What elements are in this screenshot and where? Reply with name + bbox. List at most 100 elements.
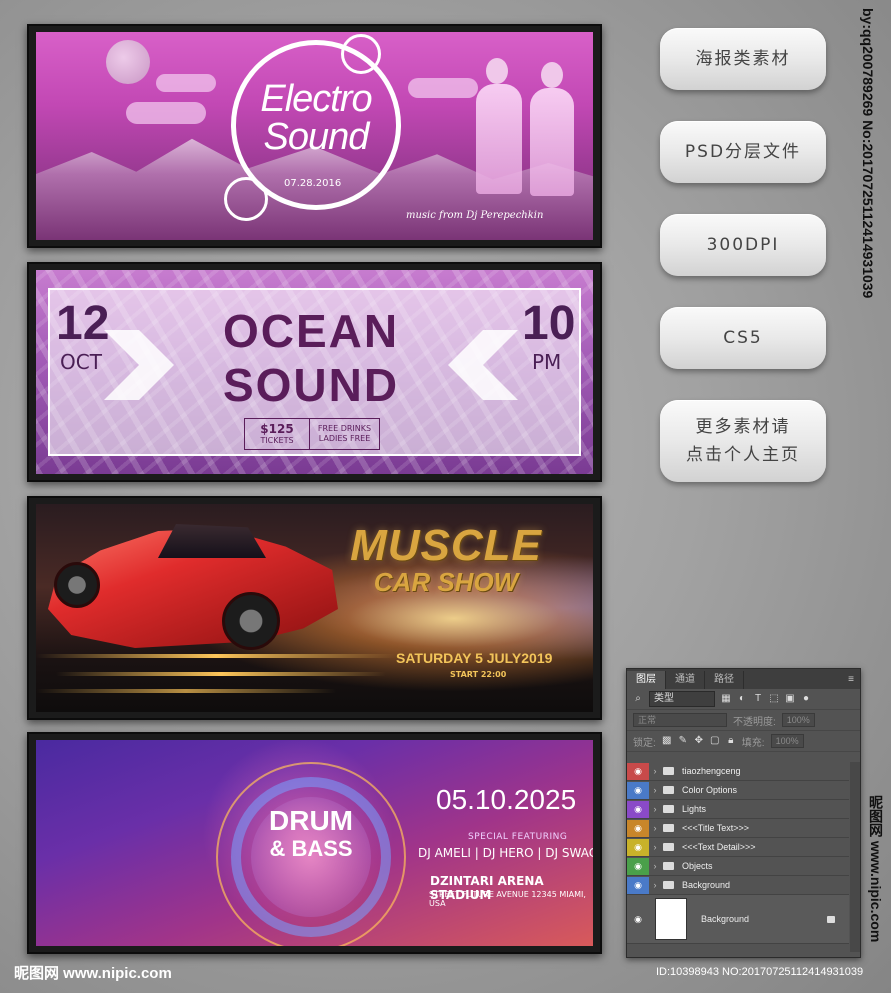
fill-input[interactable]: 100%	[770, 734, 804, 748]
layer-row[interactable]: ◉ › Lights	[627, 800, 849, 819]
layer-name: Background	[682, 880, 731, 890]
eye-icon[interactable]: ◉	[627, 838, 649, 856]
layer-name: Objects	[682, 861, 713, 871]
ticket-price: $125	[260, 422, 294, 436]
footer-id: ID:10398943 NO:20170725112414931039	[656, 966, 864, 978]
ocean-hour: 10	[522, 297, 576, 350]
eye-icon[interactable]: ◉	[627, 857, 649, 875]
lock-artboard-icon[interactable]: ▢	[710, 736, 720, 746]
poster-drum-and-bass: DRUM & BASS 05.10.2025 SPECIAL FEATURING…	[27, 732, 602, 954]
layer-row[interactable]: ◉ › <<<Title Text>>>	[627, 819, 849, 838]
drum-street: STREET FUTURE AVENUE 12345 MIAMI, USA	[429, 890, 586, 908]
ocean-month: OCT	[60, 350, 102, 374]
ocean-day: 12	[56, 297, 110, 350]
background-layer-row[interactable]: ◉ Background	[627, 895, 849, 944]
chevron-right-icon[interactable]: ›	[649, 804, 661, 814]
chevron-right-icon[interactable]: ›	[649, 861, 661, 871]
folder-icon	[663, 767, 674, 775]
pill-dpi[interactable]: 300DPI	[660, 214, 826, 276]
tab-layers[interactable]: 图层	[627, 671, 666, 689]
person-figure	[541, 62, 563, 88]
ocean-title-line2: SOUND	[222, 359, 400, 411]
lock-pixels-icon[interactable]: ▩	[662, 736, 672, 746]
muscle-date: SATURDAY 5 JULY2019	[396, 650, 553, 666]
electro-artwork: Electro Sound 07.28.2016 music from Dj P…	[36, 32, 593, 240]
folder-icon	[663, 824, 674, 832]
drum-special: SPECIAL FEATURING	[468, 832, 568, 842]
poster-ocean-sound: 12 OCT 10 PM OCEAN SOUND $125 TICKETS FR…	[27, 262, 602, 482]
adjustment-filter-icon[interactable]: ◐	[737, 694, 747, 704]
lock-all-icon[interactable]: 🔒︎	[726, 736, 736, 746]
chevron-right-icon[interactable]: ›	[649, 880, 661, 890]
layer-name: <<<Title Text>>>	[682, 823, 750, 833]
lock-label: 锁定:	[633, 737, 656, 749]
eye-icon[interactable]: ◉	[627, 876, 649, 894]
layer-row[interactable]: ◉ › <<<Text Detail>>>	[627, 838, 849, 857]
cloud-graphic	[126, 102, 206, 124]
folder-icon	[663, 881, 674, 889]
extras-line2: LADIES FREE	[318, 434, 371, 443]
image-filter-icon[interactable]: ▦	[721, 694, 731, 704]
layer-name: tiaozhengceng	[682, 766, 741, 776]
chevron-right-icon[interactable]: ›	[649, 766, 661, 776]
cloud-graphic	[408, 78, 478, 98]
side-watermark-bottom: 昵图网 www.nipic.com	[868, 795, 884, 943]
chevron-right-icon[interactable]: ›	[649, 842, 661, 852]
lock-brush-icon[interactable]: ✎	[678, 736, 688, 746]
panel-tabs: 图层 通道 路径 ≡	[627, 669, 860, 689]
car-wheel	[54, 562, 100, 608]
drum-title: DRUM & BASS	[269, 805, 353, 862]
shape-filter-icon[interactable]: ⬚	[769, 694, 779, 704]
layer-name: Background	[701, 914, 750, 924]
pill-more-materials[interactable]: 更多素材请 点击个人主页	[660, 400, 826, 482]
pill-psd-layers[interactable]: PSD分层文件	[660, 121, 826, 183]
layer-row[interactable]: ◉ › Color Options	[627, 781, 849, 800]
ticket-label: TICKETS	[260, 436, 294, 445]
electro-credit: music from Dj Perepechkin	[406, 210, 544, 221]
filter-select[interactable]: 类型	[649, 691, 715, 707]
blend-mode-select[interactable]: 正常	[633, 713, 727, 727]
car-wheel	[222, 592, 280, 650]
opacity-input[interactable]: 100%	[781, 713, 815, 727]
logo-ring	[341, 34, 381, 74]
drum-date: 05.10.2025	[436, 784, 577, 815]
layer-name: <<<Text Detail>>>	[682, 842, 756, 852]
filter-toggle-icon[interactable]: ●	[801, 694, 811, 704]
muscle-start: START 22:00	[450, 670, 507, 679]
type-filter-icon[interactable]: T	[753, 694, 763, 704]
moon-graphic	[106, 40, 150, 84]
poster-muscle-car-show: MUSCLE CAR SHOW SATURDAY 5 JULY2019 STAR…	[27, 496, 602, 720]
person-figure	[486, 58, 508, 84]
smart-object-filter-icon[interactable]: ▣	[785, 694, 795, 704]
panel-menu-icon[interactable]: ≡	[848, 671, 860, 689]
eye-icon[interactable]: ◉	[627, 762, 649, 780]
lock-position-icon[interactable]: ✥	[694, 736, 704, 746]
ticket-box: $125 TICKETS FREE DRINKS LADIES FREE	[244, 418, 380, 450]
lock-row: 锁定: ▩ ✎ ✥ ▢ 🔒︎ 填充: 100%	[627, 731, 860, 752]
layer-row[interactable]: ◉ › Objects	[627, 857, 849, 876]
footer-logo: 昵图网 www.nipic.com	[14, 965, 172, 982]
layers-panel: 图层 通道 路径 ≡ ⌕ 类型 ▦ ◐ T ⬚ ▣ ● 正常 不透明度: 100…	[626, 668, 861, 958]
eye-icon[interactable]: ◉	[627, 800, 649, 818]
eye-icon[interactable]: ◉	[627, 819, 649, 837]
muscle-title: MUSCLE CAR SHOW	[350, 521, 542, 597]
chevron-right-icon[interactable]: ›	[649, 785, 661, 795]
fill-label: 填充:	[741, 737, 765, 749]
tab-channels[interactable]: 通道	[666, 671, 705, 689]
layer-name: Color Options	[682, 785, 738, 795]
electro-title: Electro Sound	[260, 78, 372, 158]
eye-icon[interactable]: ◉	[627, 781, 649, 799]
layers-scrollbar[interactable]	[850, 762, 860, 952]
chevron-right-icon[interactable]: ›	[649, 823, 661, 833]
tab-paths[interactable]: 路径	[705, 671, 744, 689]
layer-row[interactable]: ◉ › Background	[627, 876, 849, 895]
folder-icon	[663, 786, 674, 794]
layer-thumbnail	[655, 898, 687, 940]
pill-poster-material[interactable]: 海报类素材	[660, 28, 826, 90]
logo-ring	[224, 177, 268, 221]
light-streak	[36, 689, 336, 693]
eye-icon[interactable]: ◉	[627, 911, 649, 928]
extras-line1: FREE DRINKS	[317, 424, 372, 433]
layer-row[interactable]: ◉ › tiaozhengceng	[627, 762, 849, 781]
pill-version[interactable]: CS5	[660, 307, 826, 369]
